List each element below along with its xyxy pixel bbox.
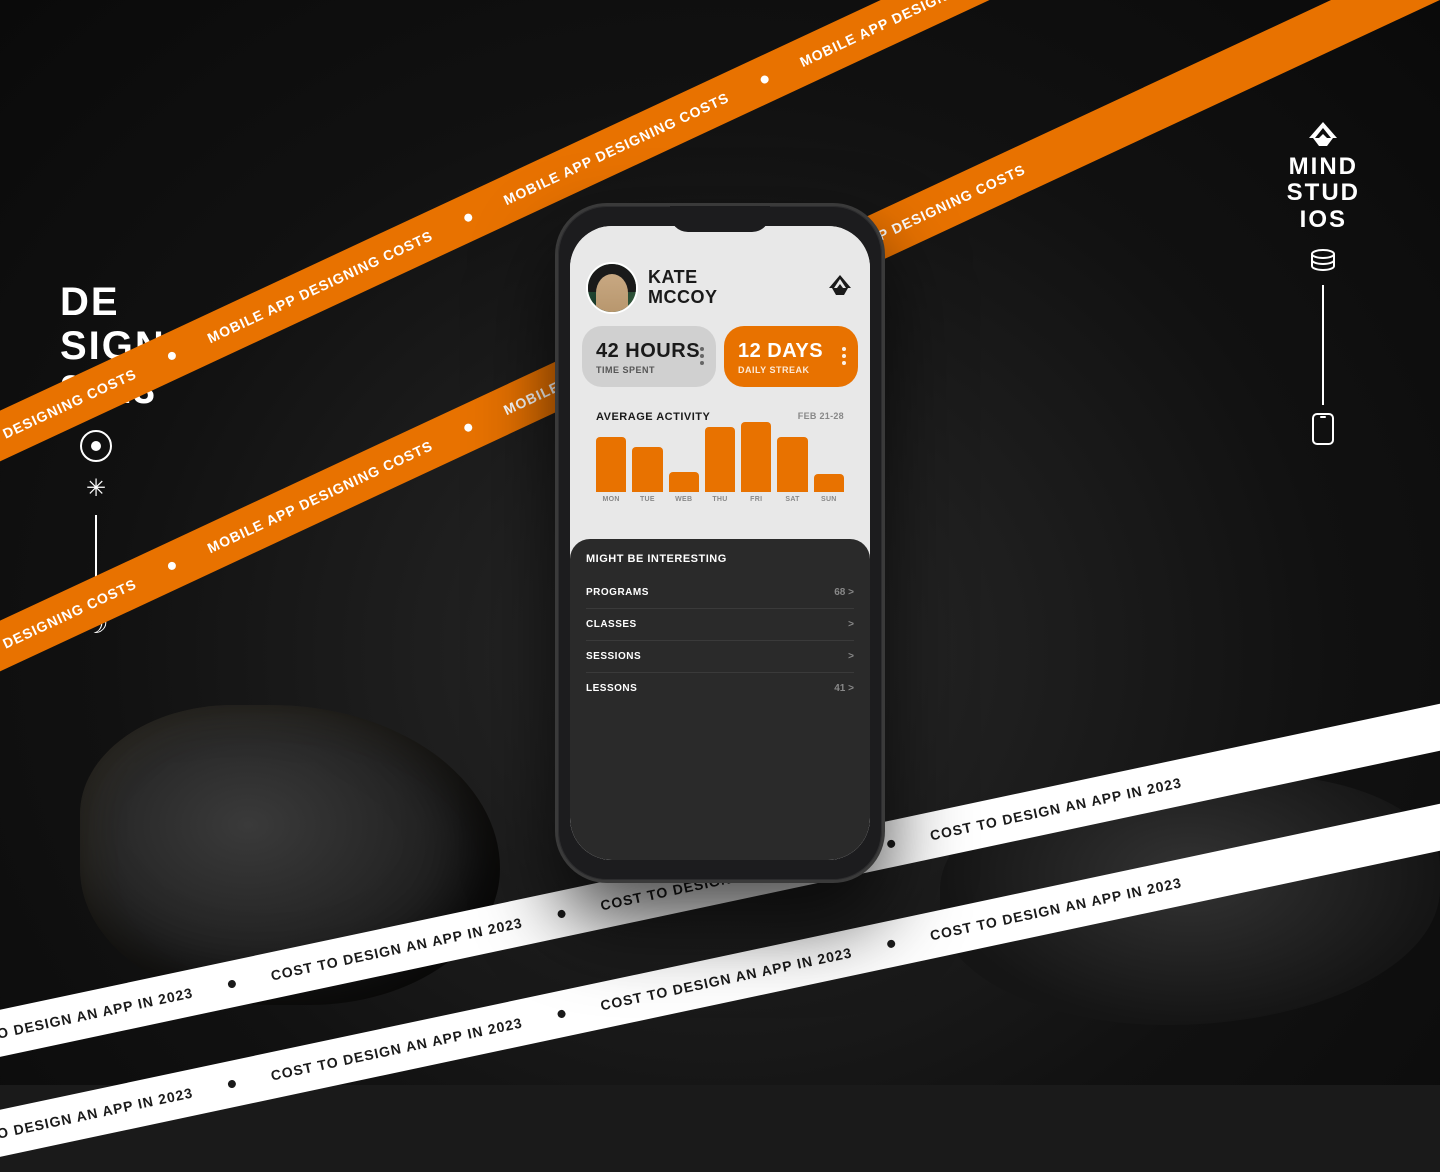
banner-dot-dark (557, 909, 566, 918)
brand-logo-icon (1305, 120, 1341, 154)
list-item-right: 41 > (834, 683, 854, 694)
list-item-right: > (848, 651, 854, 662)
bar-day-label: TUE (640, 496, 655, 503)
bar-day-label: MON (603, 496, 620, 503)
list-item-name: PROGRAMS (586, 587, 649, 598)
daily-streak-menu[interactable] (842, 347, 846, 365)
user-name: KATE MCCOY (648, 268, 718, 308)
bar-group: THU (705, 427, 735, 503)
user-info: KATE MCCOY (586, 262, 718, 314)
bar (669, 472, 699, 492)
phone-icon (1312, 413, 1334, 452)
menu-dot (842, 361, 846, 365)
banner-dot-dark (557, 1009, 566, 1018)
bar-group: SAT (777, 437, 807, 503)
list-item[interactable]: PROGRAMS 68 > (586, 577, 854, 609)
phone-mockup: KATE MCCOY 42 HOURS TIME SPENT (555, 203, 885, 883)
banner-dot-dark (227, 1079, 236, 1088)
bar (632, 447, 662, 492)
activity-section: AVERAGE ACTIVITY FEB 21-28 MON TUE WEB THU F… (582, 397, 858, 531)
list-item-right: > (848, 619, 854, 630)
bar-group: SUN (814, 474, 844, 503)
bar-day-label: FRI (750, 496, 762, 503)
menu-dot (700, 354, 704, 358)
bar-day-label: SUN (821, 496, 837, 503)
banner-dot (463, 212, 474, 223)
interesting-section: MIGHT BE INTERESTING PROGRAMS 68 > CLASSES… (570, 539, 870, 860)
menu-dot (842, 354, 846, 358)
bar-group: TUE (632, 447, 662, 503)
time-spent-menu[interactable] (700, 347, 704, 365)
list-item[interactable]: LESSONS 41 > (586, 673, 854, 704)
stats-row: 42 HOURS TIME SPENT 12 DAYS DAILY STREAK (570, 326, 870, 397)
banner-dot (463, 422, 474, 433)
activity-header: AVERAGE ACTIVITY FEB 21-28 (596, 411, 844, 423)
banner-dot-dark (227, 979, 236, 988)
daily-streak-number: 12 DAYS (738, 340, 844, 363)
menu-dot (700, 347, 704, 351)
banner-dot-dark (886, 839, 895, 848)
phone-screen: KATE MCCOY 42 HOURS TIME SPENT (570, 226, 870, 860)
list-item-name: CLASSES (586, 619, 637, 630)
right-brand: MIND STUD IOS (1287, 120, 1360, 452)
circle-icon (80, 430, 112, 462)
list-item-name: SESSIONS (586, 651, 641, 662)
user-avatar (586, 262, 638, 314)
daily-streak-card[interactable]: 12 DAYS DAILY STREAK (724, 326, 858, 387)
bar (705, 427, 735, 492)
interesting-title: MIGHT BE INTERESTING (586, 553, 854, 565)
banner-dot-dark (886, 939, 895, 948)
activity-title: AVERAGE ACTIVITY (596, 411, 710, 423)
bar-group: WEB (669, 472, 699, 503)
activity-chart: MON TUE WEB THU FRI SAT SUN (596, 431, 844, 521)
list-item[interactable]: CLASSES > (586, 609, 854, 641)
app-logo (826, 273, 854, 303)
bar-day-label: WEB (675, 496, 692, 503)
list-item[interactable]: SESSIONS > (586, 641, 854, 673)
bar-group: FRI (741, 422, 771, 503)
app-header: KATE MCCOY (570, 226, 870, 326)
brand-vertical-line (1322, 285, 1324, 405)
daily-streak-label: DAILY STREAK (738, 365, 844, 375)
time-spent-number: 42 HOURS (596, 340, 702, 363)
phone-notch (670, 206, 770, 232)
database-icon (1310, 249, 1336, 277)
bar (777, 437, 807, 492)
banner-dot (759, 74, 770, 85)
brand-name-text: MIND STUD IOS (1287, 154, 1360, 233)
bar-day-label: THU (712, 496, 727, 503)
phone-frame: KATE MCCOY 42 HOURS TIME SPENT (555, 203, 885, 883)
list-item-right: 68 > (834, 587, 854, 598)
menu-dot (700, 361, 704, 365)
interesting-list: PROGRAMS 68 > CLASSES > SESSIONS > LESSONS 41 > (586, 577, 854, 704)
time-spent-label: TIME SPENT (596, 365, 702, 375)
bar-day-label: SAT (785, 496, 799, 503)
sun-icon: ✳ (86, 474, 106, 503)
bar-group: MON (596, 437, 626, 503)
bar (814, 474, 844, 492)
bar (596, 437, 626, 492)
avatar-face (596, 274, 628, 312)
activity-date: FEB 21-28 (798, 411, 844, 421)
time-spent-card[interactable]: 42 HOURS TIME SPENT (582, 326, 716, 387)
list-item-name: LESSONS (586, 683, 637, 694)
bar (741, 422, 771, 492)
menu-dot (842, 347, 846, 351)
banner-dot (167, 351, 178, 362)
banner-dot (167, 561, 178, 572)
